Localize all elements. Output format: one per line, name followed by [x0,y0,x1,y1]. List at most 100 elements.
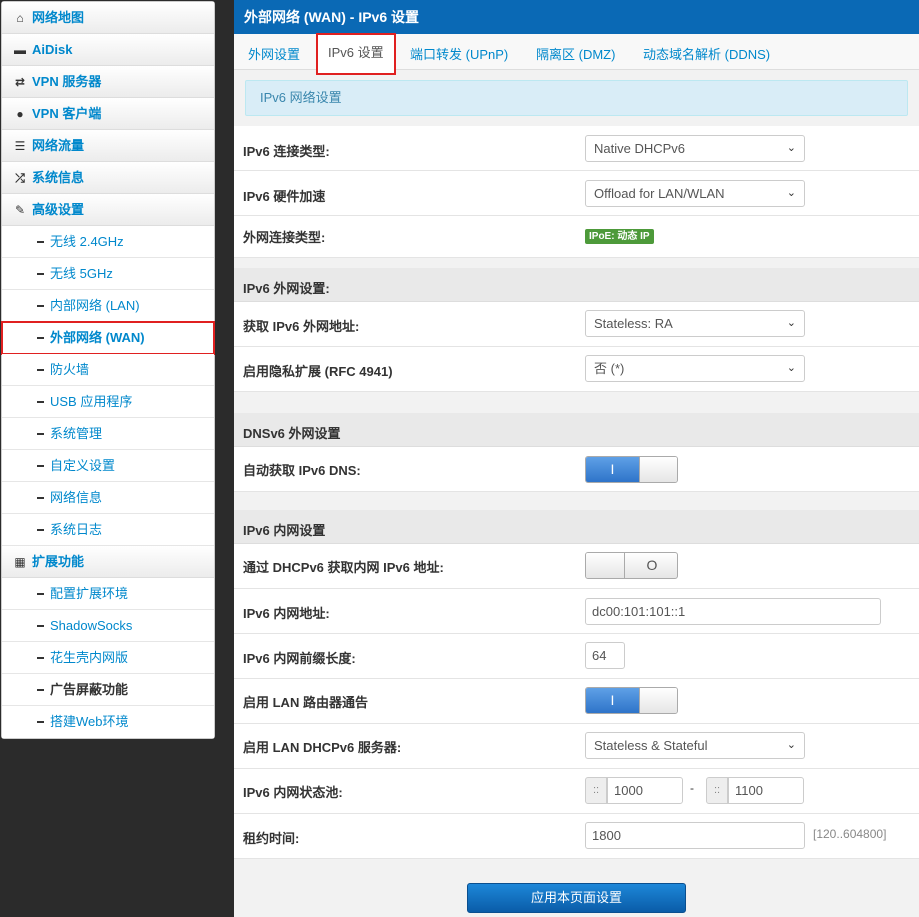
info-box: IPv6 网络设置 [245,80,908,116]
globe-icon: ● [16,107,24,121]
pool-end-prefix: :: [706,777,728,804]
sidebar-item-label: 扩展功能 [32,554,85,569]
sidebar-sub-syslog[interactable]: 系统日志 [2,514,214,546]
hw-accel-label: IPv6 硬件加速 [243,189,326,204]
lease-input[interactable]: 1800 [585,822,805,849]
sidebar-sub-label: 无线 2.4GHz [50,234,124,249]
sidebar-item-label: VPN 客户端 [32,106,102,121]
sidebar-item-vpn-client[interactable]: ● VPN 客户端 [2,98,214,130]
sidebar-item-label: VPN 服务器 [32,74,102,89]
table-row: 通过 DHCPv6 获取内网 IPv6 地址: O [234,544,919,589]
sidebar-item-traffic[interactable]: ☰ 网络流量 [2,130,214,162]
pool-start-prefix: :: [585,777,607,804]
dash-icon [37,721,44,723]
spacer [234,258,919,268]
status-badge: IPoE: 动态 IP [585,229,654,244]
tab-ipv6-settings[interactable]: IPv6 设置 [316,33,396,75]
tab-dmz[interactable]: 隔离区 (DMZ) [536,44,615,63]
pool-start-input[interactable]: 1000 [607,777,683,804]
sidebar-sub-label: 网络信息 [50,490,103,505]
sidebar-item-network-map[interactable]: ⌂ 网络地图 [2,2,214,34]
section-header: DNSv6 外网设置 [234,413,919,447]
sidebar-sub-label: 系统管理 [50,426,103,441]
get-addr-select[interactable]: Stateless: RA ⌄ [585,310,805,337]
sidebar-sub-wireless-24[interactable]: 无线 2.4GHz [2,226,214,258]
table-row: 启用 LAN DHCPv6 服务器: Stateless & Stateful ⌄ [234,724,919,769]
dhcp-lan-label: 通过 DHCPv6 获取内网 IPv6 地址: [243,560,444,575]
tab-port-forward[interactable]: 端口转发 (UPnP) [410,44,508,63]
auto-dns-toggle[interactable]: I [585,456,678,483]
get-addr-label: 获取 IPv6 外网地址: [243,319,360,334]
home-icon: ⌂ [16,11,24,25]
sidebar-sub-label: 花生壳内网版 [50,650,129,665]
tab-ddns[interactable]: 动态域名解析 (DDNS) [643,44,770,63]
dash-icon [37,625,44,627]
section-header: IPv6 内网设置 [234,510,919,544]
tab-wan-settings[interactable]: 外网设置 [248,44,300,63]
table-row: IPv6 连接类型: Native DHCPv6 ⌄ [234,126,919,171]
privacy-select[interactable]: 否 (*) ⌄ [585,355,805,382]
pool-end-input[interactable]: 1100 [728,777,804,804]
spacer [234,492,919,510]
dash-icon [37,337,44,339]
sidebar-sub-oray[interactable]: 花生壳内网版 [2,642,214,674]
select-value: Stateless: RA [594,316,673,331]
sidebar-sub-label: 广告屏蔽功能 [50,682,129,697]
dash-icon [37,529,44,531]
dash-icon [37,433,44,435]
ra-toggle[interactable]: I [585,687,678,714]
sidebar-sub-firewall[interactable]: 防火墙 [2,354,214,386]
table-row: IPv6 硬件加速 Offload for LAN/WLAN ⌄ [234,171,919,216]
dash-icon [37,241,44,243]
chevron-down-icon: ⌄ [786,142,796,154]
sidebar-sub-web-env[interactable]: 搭建Web环境 [2,706,214,738]
grid-icon: ▦ [14,555,26,569]
sidebar-sub-label: ShadowSocks [50,618,133,633]
sidebar-sub-label: 自定义设置 [50,458,116,473]
sidebar-sub-label: 无线 5GHz [50,266,113,281]
conn-type-label: IPv6 连接类型: [243,144,330,159]
table-row: IPv6 内网状态池: :: 1000 - :: 1100 [234,769,919,814]
sidebar-sub-shadowsocks[interactable]: ShadowSocks [2,610,214,642]
lease-range-hint: [120..604800] [813,827,887,841]
lan-addr-label: IPv6 内网地址: [243,606,330,621]
sidebar-sub-label: USB 应用程序 [50,394,133,409]
dns-section-title: DNSv6 外网设置 [243,426,341,441]
page-title: 外部网络 (WAN) - IPv6 设置 [234,0,919,34]
sidebar-sub-ext-env[interactable]: 配置扩展环境 [2,578,214,610]
chevron-down-icon: ⌄ [786,317,796,329]
sidebar-sub-admin[interactable]: 系统管理 [2,418,214,450]
pool-label: IPv6 内网状态池: [243,785,343,800]
hw-accel-select[interactable]: Offload for LAN/WLAN ⌄ [585,180,805,207]
dhcp-server-select[interactable]: Stateless & Stateful ⌄ [585,732,805,759]
sidebar-sub-wireless-5[interactable]: 无线 5GHz [2,258,214,290]
sidebar-item-system-info[interactable]: ⤮ 系统信息 [2,162,214,194]
table-row: 租约时间: 1800 [120..604800] [234,814,919,859]
lan-addr-input[interactable]: dc00:101:101::1 [585,598,881,625]
ra-label: 启用 LAN 路由器通告 [243,695,368,710]
sidebar-item-extensions[interactable]: ▦ 扩展功能 [2,546,214,578]
sidebar-item-vpn-server[interactable]: ⇄ VPN 服务器 [2,66,214,98]
sidebar-item-advanced[interactable]: ✎ 高级设置 [2,194,214,226]
table-row: 自动获取 IPv6 DNS: I [234,447,919,492]
conn-type-select[interactable]: Native DHCPv6 ⌄ [585,135,805,162]
random-icon: ⤮ [15,171,25,185]
sidebar-item-aidisk[interactable]: ▬ AiDisk [2,34,214,66]
dhcp-lan-toggle[interactable]: O [585,552,678,579]
chevron-down-icon: ⌄ [786,739,796,751]
prefix-input[interactable]: 64 [585,642,625,669]
select-value: 否 (*) [594,361,625,376]
pool-separator: - [690,781,694,795]
tab-bar: 外网设置 IPv6 设置 端口转发 (UPnP) 隔离区 (DMZ) 动态域名解… [234,33,919,75]
sidebar-sub-wan[interactable]: 外部网络 (WAN) [1,321,215,355]
sidebar-sub-netinfo[interactable]: 网络信息 [2,482,214,514]
sidebar-sub-custom[interactable]: 自定义设置 [2,450,214,482]
sidebar-sub-adblock[interactable]: 广告屏蔽功能 [2,674,214,706]
apply-button[interactable]: 应用本页面设置 [467,883,686,913]
sidebar-sub-usb[interactable]: USB 应用程序 [2,386,214,418]
sidebar-sub-label: 外部网络 (WAN) [50,330,145,345]
sidebar-sub-lan[interactable]: 内部网络 (LAN) [2,290,214,322]
dash-icon [37,465,44,467]
sidebar-item-label: 网络地图 [32,10,85,25]
table-row: IPv6 内网前缀长度: 64 [234,634,919,679]
